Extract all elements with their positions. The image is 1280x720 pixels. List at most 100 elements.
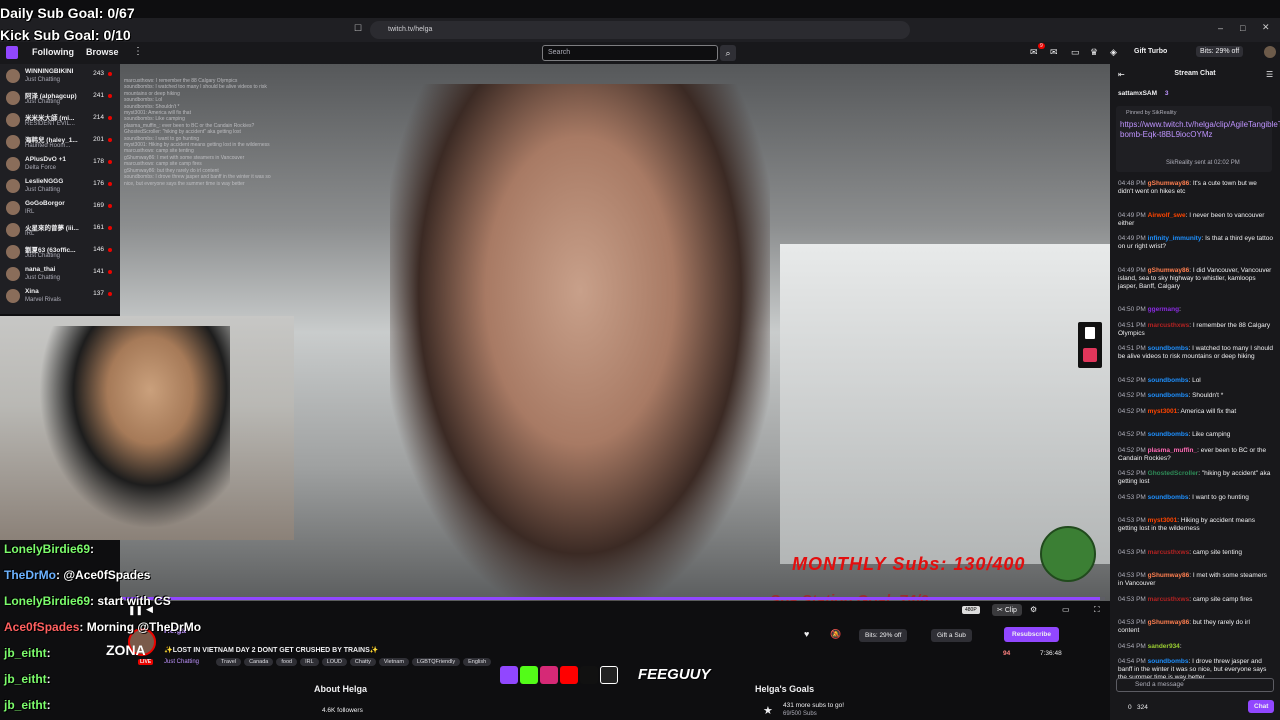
sidebar-channel[interactable]: nana_thai Just Chatting 141 — [0, 264, 120, 286]
sidebar-channel[interactable]: APlusDvO +1 Delta Force 178 — [0, 154, 120, 176]
channel-avatar — [6, 179, 20, 193]
channel-name: nana_thai — [25, 266, 56, 273]
message-user[interactable]: soundbombs — [1148, 392, 1189, 399]
whispers-icon[interactable]: ▭ — [1071, 47, 1080, 58]
chat-message: 04:52 PM myst3001: America will fix that — [1118, 407, 1237, 415]
message-user[interactable]: soundbombs — [1148, 377, 1189, 384]
message-user[interactable]: myst3001 — [1148, 408, 1178, 415]
sidebar-channel[interactable]: 阿泽 (alphagcup) Just Chatting 241 — [0, 88, 120, 110]
overlay-chat-user: TheDrMo — [4, 568, 56, 582]
gift-turbo-button[interactable]: Gift Turbo — [1134, 48, 1167, 55]
message-user[interactable]: plasma_muffin_ — [1148, 447, 1198, 454]
maximize-icon[interactable]: □ — [1240, 23, 1245, 33]
crown-icon[interactable]: ♛ — [1090, 47, 1098, 58]
overlay-chat-user: LonelyBirdie69 — [4, 542, 91, 556]
stream-tag[interactable]: English — [463, 658, 492, 666]
avatar[interactable] — [1264, 46, 1276, 58]
stream-tag[interactable]: LGBTQFriendly — [411, 658, 461, 666]
sidebar-channel[interactable]: 米米米大師 (mi... RESIDENT EVIL... 214 — [0, 110, 120, 132]
message-user[interactable]: gShumway86 — [1148, 619, 1190, 626]
message-user[interactable]: soundbombs — [1148, 658, 1189, 665]
chat-message: 04:52 PM soundbombs: Shouldn't * — [1118, 392, 1224, 399]
close-icon[interactable]: ✕ — [1262, 22, 1270, 33]
clip-icon: ✂ — [997, 607, 1003, 614]
sidebar-channel[interactable]: LeslieNGGG Just Chatting 176 — [0, 176, 120, 198]
message-user[interactable]: marcusthxws — [1148, 322, 1190, 329]
stream-tag[interactable]: Vietnam — [378, 658, 409, 666]
bits-offer-button[interactable]: Bits: 29% off — [859, 629, 908, 642]
chat-message: 04:49 PM infinity_immunity: Is that a th… — [1118, 235, 1274, 250]
message-user[interactable]: marcusthxws — [1148, 549, 1190, 556]
resubscribe-button[interactable]: Resubscribe — [1004, 627, 1060, 642]
message-user[interactable]: infinity_immunity — [1148, 235, 1202, 242]
message-user[interactable]: sander934 — [1148, 643, 1180, 650]
stream-chat-panel: ⇤ Stream Chat ☰ sattamxSAM 3 Pinned by S… — [1110, 64, 1280, 720]
bookmark-icon[interactable] — [1085, 327, 1095, 339]
channel-avatar — [6, 91, 20, 105]
stream-tag[interactable]: LOUD — [321, 658, 347, 666]
message-user[interactable]: ggermang — [1148, 306, 1179, 313]
gift-sub-button[interactable]: Gift a Sub — [931, 629, 972, 642]
channel-avatar — [6, 201, 20, 215]
pinned-clip-link[interactable]: https://www.twitch.tv/helga/clip/AgileTa… — [1120, 120, 1280, 140]
message-user[interactable]: marcusthxws — [1148, 596, 1190, 603]
inbox-icon[interactable]: ✉ — [1050, 47, 1058, 58]
minimize-icon[interactable]: – — [1218, 23, 1223, 33]
sidebar-channel[interactable]: 火星來的曾夢 (iii... IRL 161 — [0, 220, 120, 242]
message-user[interactable]: gShumway86 — [1148, 572, 1190, 579]
sidebar-channel[interactable]: WINNINGBIKINI Just Chatting 243 — [0, 66, 120, 88]
chat-message: 04:52 PM GhostedScroller: "hiking by acc… — [1118, 470, 1271, 485]
live-dot-icon — [108, 226, 112, 230]
nav-browse[interactable]: Browse — [86, 47, 119, 57]
message-user[interactable]: soundbombs — [1148, 431, 1189, 438]
channel-avatar — [6, 289, 20, 303]
overlay-chat-text: : — [46, 672, 51, 686]
video-side-icons[interactable] — [1078, 322, 1102, 368]
live-dot-icon — [108, 116, 112, 120]
message-user[interactable]: gShumway86 — [1148, 180, 1190, 187]
send-message-input[interactable]: Send a message — [1116, 678, 1274, 692]
notifications-icon[interactable]: ✉ — [1030, 47, 1038, 58]
overlay-chat-user: LonelyBirdie69 — [4, 594, 91, 608]
quality-badge: 480P — [962, 606, 980, 614]
message-user[interactable]: GhostedScroller — [1148, 470, 1199, 477]
sidebar-channel[interactable]: 海韩兒 (haley_1... Haunted Room... 201 — [0, 132, 120, 154]
follow-heart-icon[interactable]: ♥ — [804, 629, 809, 639]
overlay-chat-user: jb_eitht — [4, 646, 47, 660]
bits-offer-button[interactable]: Bits: 29% off — [1196, 46, 1244, 57]
extension-icon[interactable] — [1083, 348, 1097, 362]
message-user[interactable]: gShumway86 — [1148, 267, 1190, 274]
message-user[interactable]: soundbombs — [1148, 494, 1189, 501]
notification-bell-icon[interactable]: 🔕 — [830, 629, 841, 640]
theatre-mode-icon[interactable]: ▭ — [1062, 605, 1070, 614]
message-user[interactable]: soundbombs — [1148, 345, 1189, 352]
resubscribe-label: Resubscribe — [1012, 631, 1052, 638]
overlay-chat-line: TheDrMo: @Ace0fSpades — [4, 568, 150, 582]
address-bar[interactable]: twitch.tv/helga — [370, 21, 910, 39]
search-input[interactable]: Search — [542, 45, 718, 61]
stream-tag[interactable]: Chatty — [349, 658, 376, 666]
message-time: 04:49 PM — [1118, 266, 1146, 274]
sidebar-channel[interactable]: GoGoBorgor IRL 169 — [0, 198, 120, 220]
live-dot-icon — [108, 160, 112, 164]
chat-message: 04:53 PM gShumway86: but they rarely do … — [1118, 619, 1250, 634]
x-icon — [600, 666, 618, 684]
more-menu-icon[interactable]: ⋮ — [133, 46, 143, 57]
bookmark-icon[interactable]: ☐ — [354, 23, 362, 34]
goal-progress-text: 69/500 Subs — [783, 711, 817, 717]
message-user[interactable]: myst3001 — [1148, 517, 1178, 524]
search-icon[interactable]: ⌕ — [720, 45, 736, 61]
settings-icon[interactable]: ⚙ — [1030, 605, 1037, 614]
clip-button[interactable]: ✂ Clip — [992, 604, 1022, 616]
stream-goal-overlay: Daily Sub Goal: 0/67 Kick Sub Goal: 0/10 — [0, 2, 135, 46]
sidebar-channel[interactable]: Xina Marvel Rivals 137 — [0, 286, 120, 308]
twitch-logo-icon[interactable] — [6, 46, 18, 59]
community-icon[interactable]: ☰ — [1266, 70, 1273, 79]
channel-points[interactable]: 0 324 — [1128, 704, 1148, 711]
sidebar-channel[interactable]: 劉夏63 (63offic... Just Chatting 146 — [0, 242, 120, 264]
drops-icon[interactable]: ◈ — [1110, 47, 1117, 58]
fullscreen-icon[interactable]: ⛶ — [1094, 605, 1100, 615]
chat-send-button[interactable]: Chat — [1248, 700, 1275, 713]
nav-following[interactable]: Following — [32, 47, 74, 57]
message-user[interactable]: Airwolf_swe — [1148, 212, 1186, 219]
